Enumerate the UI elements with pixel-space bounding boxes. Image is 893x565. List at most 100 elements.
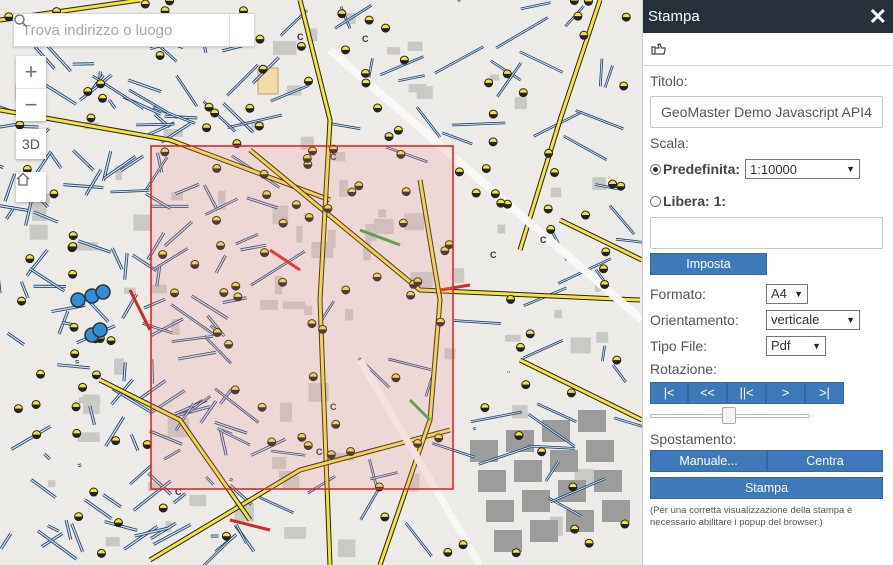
rotate-back-button[interactable]: ||< — [727, 382, 766, 404]
chevron-down-icon: ▼ — [846, 164, 856, 174]
network-line-inner — [84, 499, 113, 520]
building-block — [408, 83, 427, 93]
road-label: C — [297, 32, 304, 42]
network-line-inner — [10, 425, 51, 451]
center-button[interactable]: Centra — [767, 450, 883, 472]
predefined-label: Predefinita: — [663, 161, 741, 177]
close-icon[interactable]: ✕ — [869, 5, 887, 28]
chevron-down-icon: ▼ — [812, 340, 821, 351]
format-select-value: A4 — [771, 286, 787, 301]
highlighted-segment — [128, 289, 152, 331]
network-line-inner — [75, 360, 80, 363]
rotation-buttons: |< << ||< > >| — [650, 382, 885, 404]
network-line-inner — [20, 281, 29, 299]
network-line-inner — [398, 75, 425, 82]
slider-thumb[interactable] — [722, 407, 736, 424]
road-label: C — [362, 34, 369, 44]
building-block — [189, 494, 207, 507]
zoom-control: + − — [16, 56, 46, 121]
filetype-select[interactable]: Pdf ▼ — [766, 335, 826, 356]
scale-select-value: 1:10000 — [750, 161, 798, 177]
search-box — [13, 13, 255, 47]
network-line-inner — [563, 135, 607, 161]
filetype-select-value: Pdf — [771, 338, 791, 353]
print-panel: Stampa ✕ Titolo: GeoMaster Demo Javascri… — [642, 0, 893, 565]
network-line-inner — [65, 519, 72, 540]
imposta-button[interactable]: Imposta — [650, 253, 767, 275]
predefined-radio[interactable] — [650, 163, 661, 175]
title-input[interactable]: GeoMaster Demo Javascript API4 — [650, 96, 883, 128]
network-line-inner — [85, 169, 102, 196]
network-line-inner — [360, 489, 379, 521]
zoom-in-button[interactable]: + — [16, 56, 46, 88]
panel-toolbar — [643, 33, 893, 66]
network-line-inner — [330, 123, 361, 130]
free-scale-label: Libera: 1: — [663, 193, 727, 209]
building-block — [386, 47, 401, 55]
network-line-inner — [442, 132, 473, 145]
filetype-label: Tipo File: — [650, 337, 708, 354]
warehouse-block — [602, 500, 630, 522]
network-line-inner — [102, 494, 122, 508]
rotate-fast-back-button[interactable]: << — [688, 382, 727, 404]
rotate-last-button[interactable]: >| — [805, 382, 844, 404]
orientation-select[interactable]: verticale ▼ — [766, 309, 860, 330]
orientation-select-value: verticale — [771, 312, 820, 327]
road-label: C — [490, 250, 497, 260]
map-canvas[interactable]: CCCCCCCC — [0, 0, 642, 565]
warehouse-block — [522, 490, 550, 512]
search-button[interactable] — [14, 14, 254, 46]
network-line-inner — [153, 106, 196, 124]
network-line-inner — [5, 208, 14, 220]
building-block — [554, 309, 562, 319]
building-block — [497, 224, 506, 234]
point-marker — [92, 322, 108, 338]
toggle-3d-button[interactable]: 3D — [16, 129, 46, 159]
building-block — [514, 97, 527, 110]
manual-move-button[interactable]: Manuale... — [650, 450, 767, 472]
network-line-inner — [72, 149, 95, 171]
scale-select[interactable]: 1:10000 ▼ — [745, 159, 861, 179]
network-line-inner — [434, 46, 484, 74]
building-block — [29, 224, 48, 240]
network-line-inner — [111, 247, 123, 270]
building-block — [504, 334, 521, 342]
warehouse-block — [514, 460, 542, 482]
pointer-hand-icon[interactable] — [650, 41, 668, 57]
home-button[interactable] — [16, 172, 46, 202]
building-block — [596, 332, 609, 343]
print-button[interactable]: Stampa — [650, 477, 883, 499]
rotate-first-button[interactable]: |< — [650, 382, 688, 404]
rotation-slider[interactable] — [650, 407, 810, 425]
building-block — [454, 268, 465, 283]
network-line-inner — [127, 79, 162, 93]
network-line-inner — [609, 205, 635, 235]
rotate-forward-button[interactable]: > — [766, 382, 805, 404]
network-line-inner — [575, 109, 624, 130]
format-label: Formato: — [650, 285, 707, 302]
home-icon — [16, 172, 30, 186]
free-scale-input[interactable] — [650, 217, 883, 249]
scale-label: Scala: — [650, 135, 689, 151]
move-label: Spostamento: — [650, 431, 737, 447]
warehouse-block — [578, 410, 606, 432]
network-line-inner — [4, 174, 15, 202]
map-view[interactable]: CCCCCCCC + − 3D — [0, 0, 642, 565]
network-line-inner — [50, 153, 62, 169]
network-line-inner — [108, 99, 116, 109]
zoom-out-button[interactable]: − — [16, 88, 46, 121]
format-select[interactable]: A4 ▼ — [766, 283, 808, 304]
network-line-inner — [495, 17, 549, 49]
network-line-inner — [71, 523, 84, 553]
warehouse-block — [530, 520, 558, 542]
free-radio[interactable] — [650, 195, 661, 207]
search-input[interactable] — [14, 15, 229, 45]
warehouse-block — [486, 500, 514, 522]
panel-title: Stampa — [648, 8, 700, 25]
rotation-label: Rotazione: — [650, 361, 717, 377]
network-line-inner — [226, 64, 259, 96]
network-line-inner — [520, 2, 551, 10]
building-block — [407, 41, 423, 52]
network-line-inner — [236, 524, 247, 544]
network-line-inner — [612, 364, 627, 383]
